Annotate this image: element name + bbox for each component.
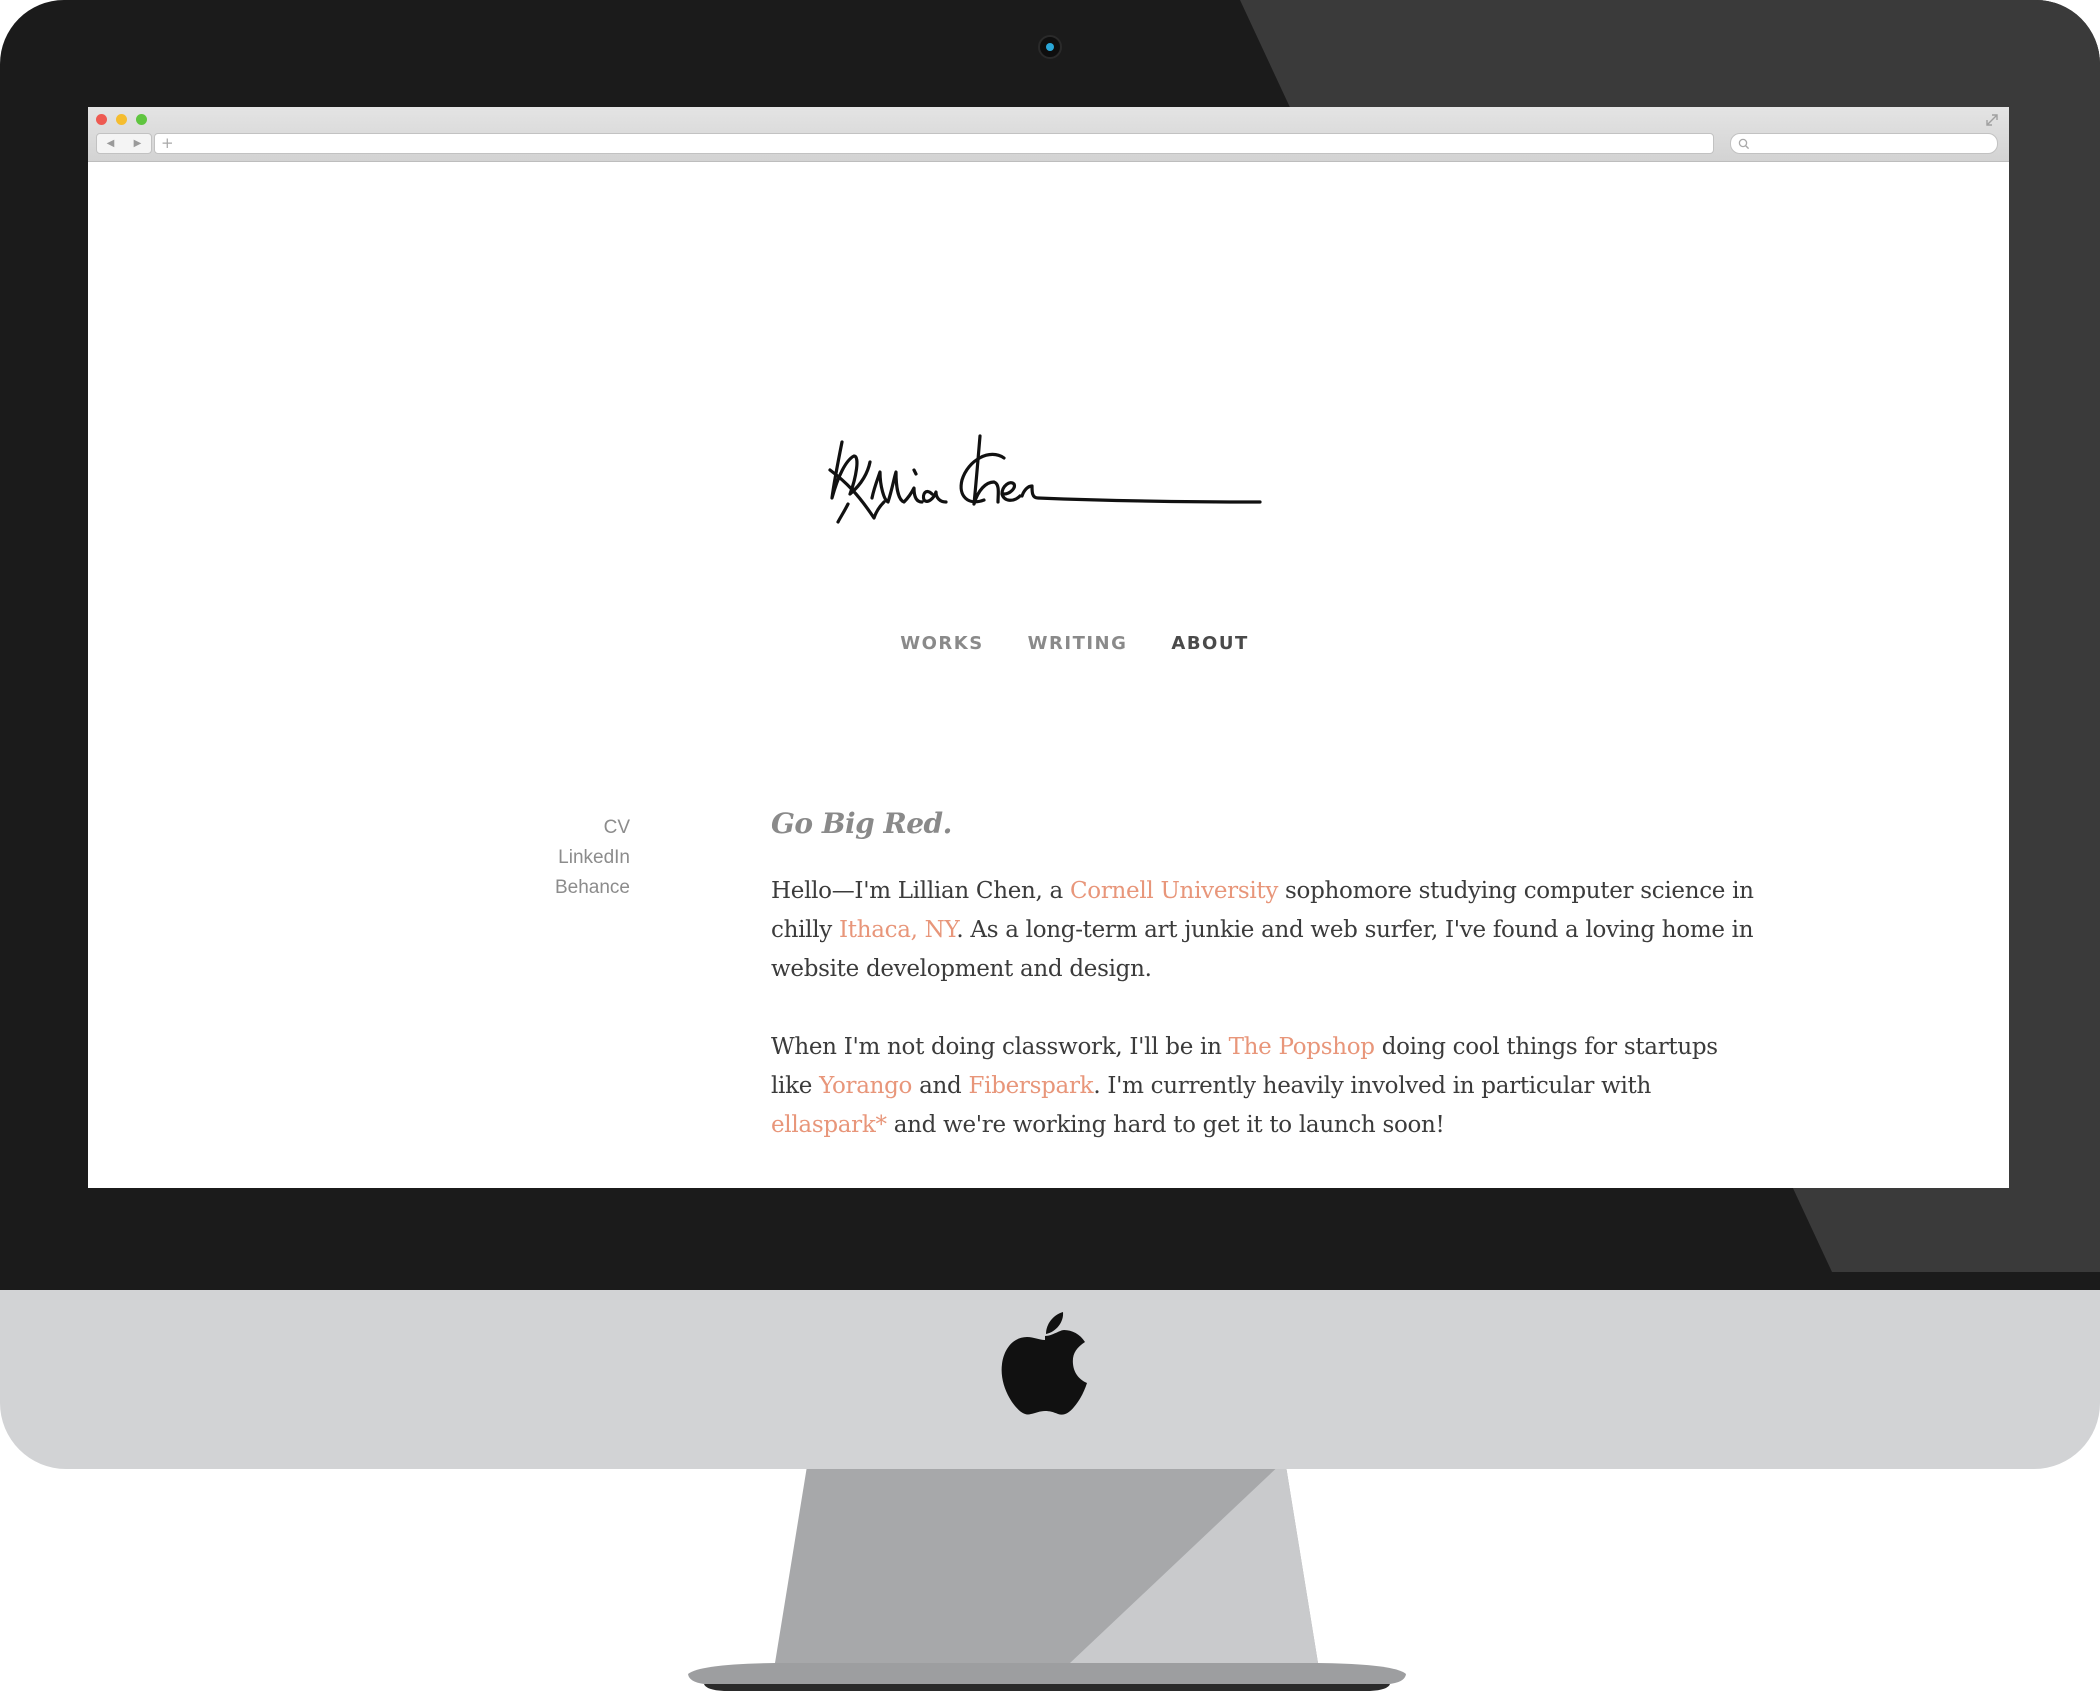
- minimize-window-button[interactable]: [116, 114, 127, 125]
- work-paragraph: When I'm not doing classwork, I'll be in…: [771, 1028, 1761, 1145]
- ellaspark-link[interactable]: ellaspark*: [771, 1112, 887, 1138]
- behance-link[interactable]: Behance: [468, 873, 630, 903]
- intro-text-1: Hello—I'm Lillian Chen, a: [771, 878, 1070, 904]
- apple-logo-icon: [1001, 1312, 1087, 1415]
- camera-icon: [1038, 35, 1062, 59]
- expand-icon[interactable]: [1984, 112, 2000, 128]
- nav-writing[interactable]: WRITING: [1028, 633, 1128, 654]
- work-text-1: When I'm not doing classwork, I'll be in: [771, 1034, 1229, 1060]
- monitor-stand: [688, 1460, 1406, 1691]
- add-tab-icon[interactable]: +: [161, 134, 174, 153]
- popshop-link[interactable]: The Popshop: [1229, 1034, 1375, 1060]
- cv-link[interactable]: CV: [468, 813, 630, 843]
- linkedin-link[interactable]: LinkedIn: [468, 843, 630, 873]
- browser-toolbar: ◀ ▶ +: [88, 107, 2009, 162]
- close-window-button[interactable]: [96, 114, 107, 125]
- fiberspark-link[interactable]: Fiberspark: [968, 1073, 1093, 1099]
- forward-button[interactable]: ▶: [134, 138, 142, 149]
- work-text-5: and we're working hard to get it to laun…: [886, 1112, 1445, 1138]
- work-text-3: and: [912, 1073, 969, 1099]
- main-nav: WORKS WRITING ABOUT: [88, 633, 2009, 654]
- search-icon: [1738, 138, 1750, 150]
- yorango-link[interactable]: Yorango: [819, 1073, 912, 1099]
- zoom-window-button[interactable]: [136, 114, 147, 125]
- history-nav: ◀ ▶: [96, 133, 152, 154]
- imac-mockup: ◀ ▶ + WORKS WRITING ABOUT CV LinkedIn Be…: [0, 0, 2100, 1696]
- browser-search-input[interactable]: [1730, 133, 1998, 154]
- profile-links: CV LinkedIn Behance: [468, 813, 630, 903]
- nav-about[interactable]: ABOUT: [1171, 633, 1248, 654]
- nav-works[interactable]: WORKS: [900, 633, 983, 654]
- back-button[interactable]: ◀: [107, 138, 115, 149]
- about-content: Go Big Red. Hello—I'm Lillian Chen, a Co…: [771, 807, 1761, 1184]
- work-text-4: . I'm currently heavily involved in part…: [1093, 1073, 1652, 1099]
- signature-logo[interactable]: [828, 432, 1268, 532]
- screen: ◀ ▶ + WORKS WRITING ABOUT CV LinkedIn Be…: [88, 107, 2009, 1188]
- tagline: Go Big Red.: [771, 807, 952, 840]
- intro-paragraph: Hello—I'm Lillian Chen, a Cornell Univer…: [771, 872, 1761, 989]
- ithaca-link[interactable]: Ithaca, NY: [839, 917, 957, 943]
- cornell-link[interactable]: Cornell University: [1070, 878, 1278, 904]
- address-bar[interactable]: +: [154, 133, 1714, 154]
- monitor-bezel: ◀ ▶ + WORKS WRITING ABOUT CV LinkedIn Be…: [0, 0, 2100, 1290]
